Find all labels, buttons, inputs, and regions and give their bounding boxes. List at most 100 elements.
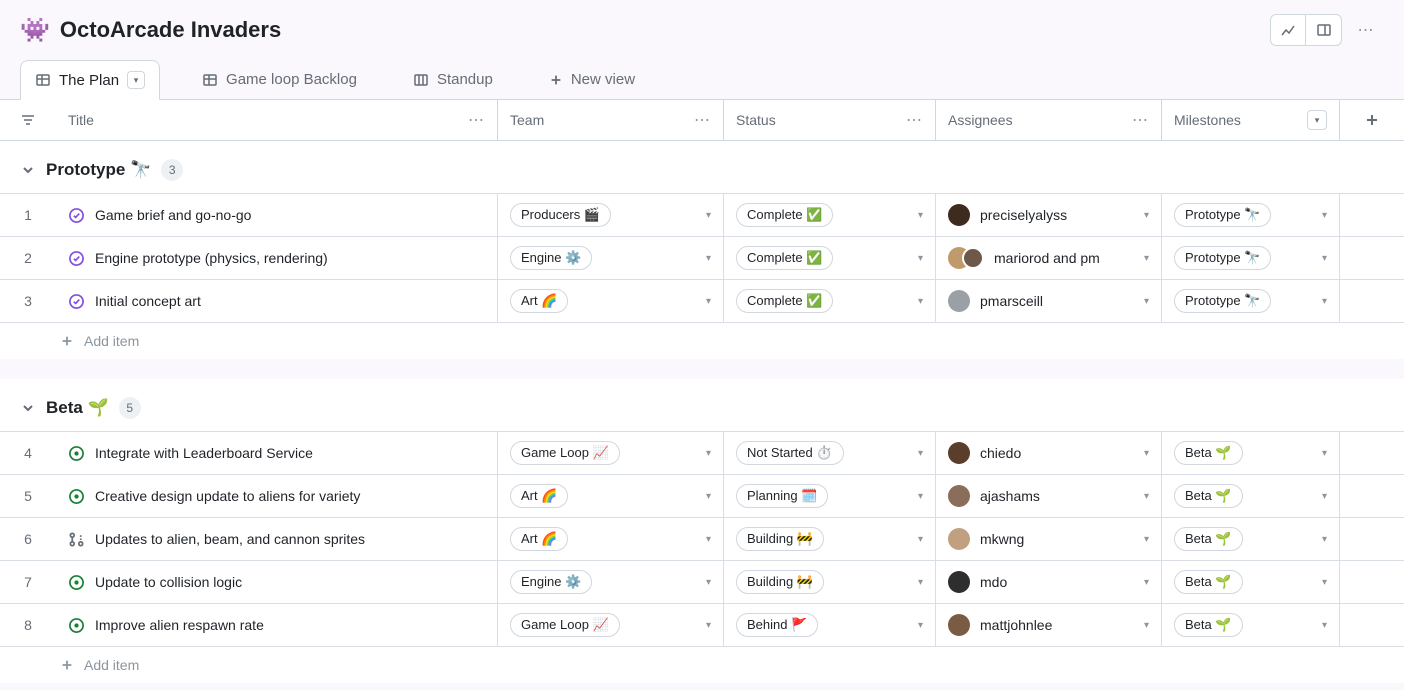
panel-toggle-button[interactable] (1306, 14, 1342, 46)
avatar (948, 290, 970, 312)
chevron-down-icon[interactable] (20, 162, 36, 178)
milestone-cell[interactable]: Beta 🌱 ▾ (1162, 432, 1340, 474)
view-tabs: The Plan ▾ Game loop Backlog Standup New… (0, 52, 1404, 100)
team-pill: Engine ⚙️ (510, 246, 592, 270)
milestone-cell[interactable]: Beta 🌱 ▾ (1162, 475, 1340, 517)
team-pill: Game Loop 📈 (510, 613, 620, 637)
team-cell[interactable]: Art 🌈 ▾ (498, 518, 724, 560)
table-row[interactable]: 1 Game brief and go-no-go Producers 🎬 ▾ … (0, 193, 1404, 236)
team-cell[interactable]: Game Loop 📈 ▾ (498, 604, 724, 646)
tab-standup[interactable]: Standup (399, 61, 507, 98)
table-row[interactable]: 8 Improve alien respawn rate Game Loop 📈… (0, 603, 1404, 646)
add-item-label: Add item (84, 657, 139, 673)
team-cell[interactable]: Game Loop 📈 ▾ (498, 432, 724, 474)
title-cell[interactable]: Creative design update to aliens for var… (56, 475, 498, 517)
assignees-cell[interactable]: mattjohnlee ▾ (936, 604, 1162, 646)
status-cell[interactable]: Complete ✅ ▾ (724, 280, 936, 322)
title-cell[interactable]: Initial concept art (56, 280, 498, 322)
status-cell[interactable]: Complete ✅ ▾ (724, 194, 936, 236)
ellipsis-icon[interactable]: ⋯ (906, 110, 923, 130)
more-menu-button[interactable]: ⋯ (1348, 14, 1384, 46)
milestone-cell[interactable]: Prototype 🔭 ▾ (1162, 194, 1340, 236)
table-row[interactable]: 2 Engine prototype (physics, rendering) … (0, 236, 1404, 279)
row-number: 1 (0, 194, 56, 236)
milestone-cell[interactable]: Prototype 🔭 ▾ (1162, 237, 1340, 279)
tab-game-loop-backlog[interactable]: Game loop Backlog (188, 61, 371, 98)
status-cell[interactable]: Not Started ⏱️ ▾ (724, 432, 936, 474)
title-cell[interactable]: Improve alien respawn rate (56, 604, 498, 646)
table-row[interactable]: 5 Creative design update to aliens for v… (0, 474, 1404, 517)
chevron-down-icon: ▾ (918, 577, 923, 588)
table-row[interactable]: 4 Integrate with Leaderboard Service Gam… (0, 431, 1404, 474)
filter-button[interactable] (0, 100, 56, 140)
issue-open-icon (68, 617, 85, 634)
column-milestones[interactable]: Milestones ▾ (1162, 100, 1340, 140)
ellipsis-icon[interactable]: ⋯ (694, 110, 711, 130)
tab-label: Game loop Backlog (226, 71, 357, 88)
table-row[interactable]: 3 Initial concept art Art 🌈 ▾ Complete ✅… (0, 279, 1404, 322)
issue-open-icon (68, 488, 85, 505)
column-assignees[interactable]: Assignees ⋯ (936, 100, 1162, 140)
table-row[interactable]: 7 Update to collision logic Engine ⚙️ ▾ … (0, 560, 1404, 603)
tab-menu-caret[interactable]: ▾ (127, 71, 145, 89)
title-cell[interactable]: Updates to alien, beam, and cannon sprit… (56, 518, 498, 560)
milestone-cell[interactable]: Beta 🌱 ▾ (1162, 604, 1340, 646)
avatar (962, 247, 984, 269)
chevron-down-icon: ▾ (706, 210, 711, 221)
assignees-cell[interactable]: pmarsceill ▾ (936, 280, 1162, 322)
tab-the-plan[interactable]: The Plan ▾ (20, 60, 160, 100)
team-cell[interactable]: Engine ⚙️ ▾ (498, 561, 724, 603)
assignees-cell[interactable]: ajashams ▾ (936, 475, 1162, 517)
team-cell[interactable]: Art 🌈 ▾ (498, 475, 724, 517)
title-cell[interactable]: Game brief and go-no-go (56, 194, 498, 236)
add-column-button[interactable] (1340, 100, 1404, 140)
team-cell[interactable]: Engine ⚙️ ▾ (498, 237, 724, 279)
assignees-cell[interactable]: preciselyalyss ▾ (936, 194, 1162, 236)
row-trailing-cell (1340, 561, 1404, 603)
ellipsis-icon[interactable]: ⋯ (1132, 110, 1149, 130)
title-cell[interactable]: Update to collision logic (56, 561, 498, 603)
team-pill: Art 🌈 (510, 484, 568, 508)
new-view-button[interactable]: New view (535, 61, 649, 98)
row-number: 4 (0, 432, 56, 474)
title-cell[interactable]: Engine prototype (physics, rendering) (56, 237, 498, 279)
status-cell[interactable]: Building 🚧 ▾ (724, 561, 936, 603)
milestone-cell[interactable]: Prototype 🔭 ▾ (1162, 280, 1340, 322)
team-cell[interactable]: Art 🌈 ▾ (498, 280, 724, 322)
tab-label: The Plan (59, 72, 119, 89)
new-view-label: New view (571, 71, 635, 88)
chevron-down-icon: ▾ (1322, 491, 1327, 502)
milestone-cell[interactable]: Beta 🌱 ▾ (1162, 518, 1340, 560)
chevron-down-icon: ▾ (918, 253, 923, 264)
add-item-button[interactable]: Add item (0, 646, 1404, 683)
status-cell[interactable]: Behind 🚩 ▾ (724, 604, 936, 646)
assignees-cell[interactable]: mariorod and pm ▾ (936, 237, 1162, 279)
title-cell[interactable]: Integrate with Leaderboard Service (56, 432, 498, 474)
column-team[interactable]: Team ⋯ (498, 100, 724, 140)
column-title[interactable]: Title ⋯ (56, 100, 498, 140)
table-row[interactable]: 6 Updates to alien, beam, and cannon spr… (0, 517, 1404, 560)
assignees-cell[interactable]: mdo ▾ (936, 561, 1162, 603)
chevron-down-icon: ▾ (706, 448, 711, 459)
milestones-caret[interactable]: ▾ (1307, 110, 1327, 130)
assignees-cell[interactable]: mkwng ▾ (936, 518, 1162, 560)
column-status[interactable]: Status ⋯ (724, 100, 936, 140)
chevron-down-icon[interactable] (20, 400, 36, 416)
status-cell[interactable]: Planning 🗓️ ▾ (724, 475, 936, 517)
milestone-pill: Prototype 🔭 (1174, 203, 1271, 227)
add-item-button[interactable]: Add item (0, 322, 1404, 359)
row-trailing-cell (1340, 194, 1404, 236)
insights-button[interactable] (1270, 14, 1306, 46)
team-pill: Art 🌈 (510, 527, 568, 551)
column-label: Status (736, 112, 776, 128)
milestone-pill: Beta 🌱 (1174, 613, 1243, 637)
chevron-down-icon: ▾ (918, 534, 923, 545)
status-cell[interactable]: Building 🚧 ▾ (724, 518, 936, 560)
team-cell[interactable]: Producers 🎬 ▾ (498, 194, 724, 236)
milestone-pill: Beta 🌱 (1174, 570, 1243, 594)
ellipsis-icon[interactable]: ⋯ (468, 110, 485, 130)
milestone-cell[interactable]: Beta 🌱 ▾ (1162, 561, 1340, 603)
status-cell[interactable]: Complete ✅ ▾ (724, 237, 936, 279)
chevron-down-icon: ▾ (918, 296, 923, 307)
assignees-cell[interactable]: chiedo ▾ (936, 432, 1162, 474)
